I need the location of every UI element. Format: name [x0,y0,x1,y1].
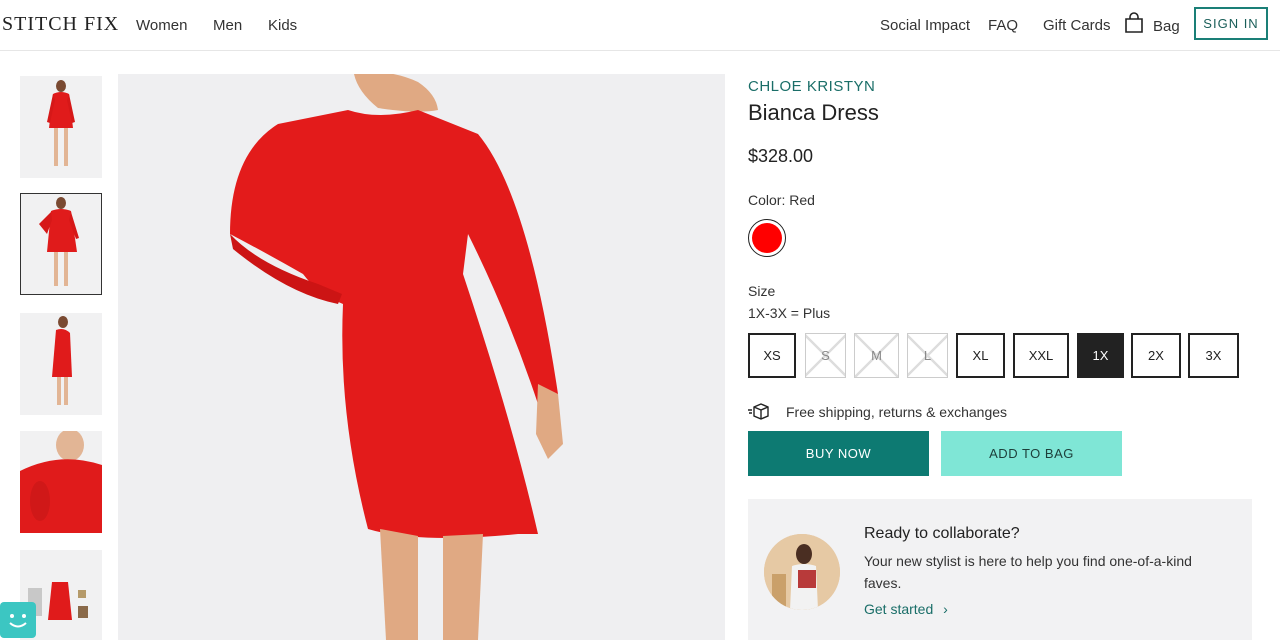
shipping-box-icon [748,403,770,421]
thumbnail-front[interactable] [20,76,102,178]
nav-women[interactable]: Women [136,17,187,34]
stitch-fix-logo[interactable]: STITCH FIX [2,13,119,36]
size-option-xs[interactable]: XS [748,333,796,378]
color-label-row: Color: Red [748,192,815,208]
thumbnail-back[interactable] [20,193,102,295]
stylist-avatar [764,534,840,610]
shipping-text: Free shipping, returns & exchanges [786,404,1008,420]
buy-now-button[interactable]: BUY NOW [748,431,929,476]
nav-faq[interactable]: FAQ [988,17,1018,34]
size-option-1x[interactable]: 1X [1077,333,1124,378]
nav-social-impact[interactable]: Social Impact [880,17,970,34]
chat-widget-button[interactable] [0,602,36,638]
promo-text: Your new stylist is here to help you fin… [864,553,1192,591]
product-brand[interactable]: CHLOE KRISTYN [748,78,875,95]
size-option-m[interactable]: M [854,333,899,378]
size-option-2x[interactable]: 2X [1131,333,1181,378]
color-swatch-dot [752,223,782,253]
shipping-info: Free shipping, returns & exchanges [748,403,1007,421]
thumbnail-side[interactable] [20,313,102,415]
size-option-xl[interactable]: XL [956,333,1005,378]
get-started-label[interactable]: Get started [864,601,933,617]
size-range: 1X-3X [748,305,787,321]
get-started-link[interactable]: Get started › [864,601,948,617]
nav-gift-cards[interactable]: Gift Cards [1043,17,1111,34]
thumbnail-detail[interactable] [20,431,102,533]
size-option-l[interactable]: L [907,333,948,378]
add-to-bag-button[interactable]: ADD TO BAG [941,431,1122,476]
size-label: Size [748,283,776,299]
size-option-s[interactable]: S [805,333,846,378]
stylist-promo-card: Ready to collaborate? Your new stylist i… [748,499,1252,640]
size-range-note: 1X-3X = Plus [748,305,830,321]
nav-kids[interactable]: Kids [268,17,297,34]
color-value: Red [789,192,815,208]
sign-in-button[interactable]: SIGN IN [1194,7,1268,40]
nav-bag[interactable]: Bag [1153,18,1180,35]
product-title: Bianca Dress [748,100,879,125]
product-price: $328.00 [748,146,814,166]
chat-face-icon [9,614,27,628]
nav-men[interactable]: Men [213,17,242,34]
size-option-xxl[interactable]: XXL [1013,333,1069,378]
color-label: Color: [748,192,786,208]
promo-title: Ready to collaborate? [864,525,1020,542]
size-range-suffix: = Plus [786,305,831,321]
shopping-bag-icon[interactable] [1124,12,1144,39]
site-header: STITCH FIX Women Men Kids Social Impact … [0,0,1280,51]
size-option-3x[interactable]: 3X [1188,333,1239,378]
color-swatch-red[interactable] [748,219,786,257]
product-main-image [118,74,725,640]
chevron-right-icon: › [943,601,948,617]
